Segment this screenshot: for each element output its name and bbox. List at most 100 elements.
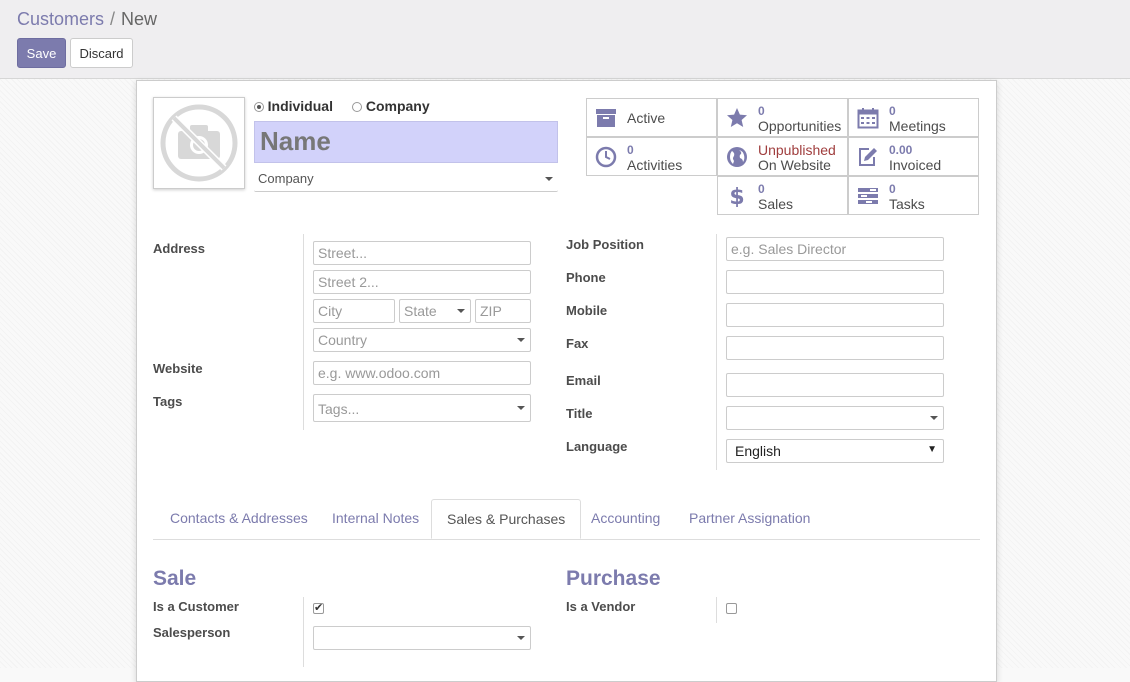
job-position-input[interactable]: e.g. Sales Director [726, 237, 944, 261]
chevron-down-icon [457, 309, 465, 313]
chevron-down-icon [517, 636, 525, 640]
individual-radio-label[interactable]: Individual [268, 98, 333, 114]
meetings-button[interactable]: 0 Meetings [848, 98, 979, 137]
opportunities-count: 0 [758, 104, 765, 118]
website-label: On Website [758, 157, 831, 173]
title-select[interactable] [726, 406, 944, 430]
caret-down-icon: ▼ [927, 444, 937, 455]
globe-icon [727, 147, 747, 167]
is-customer-label: Is a Customer [153, 599, 239, 614]
activities-count: 0 [627, 143, 634, 157]
tab-internal-notes[interactable]: Internal Notes [317, 499, 434, 538]
tasks-icon [858, 188, 878, 204]
invoiced-label: Invoiced [889, 157, 942, 173]
city-input[interactable]: City [313, 299, 395, 323]
chevron-down-icon [517, 406, 525, 410]
save-button[interactable]: Save [17, 38, 66, 68]
company-select[interactable]: Company [254, 168, 558, 192]
left-group-divider [303, 234, 304, 430]
edit-icon [859, 148, 877, 166]
breadcrumb-current: New [121, 9, 158, 29]
salesperson-label: Salesperson [153, 625, 231, 640]
right-group-divider [716, 234, 717, 470]
country-placeholder: Country [318, 332, 368, 348]
mobile-label: Mobile [566, 303, 608, 318]
chevron-down-icon [545, 177, 553, 181]
sale-heading: Sale [153, 567, 197, 590]
breadcrumb-separator: / [110, 9, 116, 29]
breadcrumb: Customers / New [17, 9, 157, 30]
tab-accounting[interactable]: Accounting [576, 499, 675, 538]
dollar-icon: $ [729, 185, 744, 207]
zip-input[interactable]: ZIP [475, 299, 531, 323]
title-label: Title [566, 406, 593, 421]
company-radio-label[interactable]: Company [366, 98, 430, 114]
company-radio[interactable] [352, 102, 363, 112]
sales-button[interactable]: $ 0 Sales [717, 176, 848, 215]
discard-button[interactable]: Discard [70, 38, 133, 68]
archive-icon [596, 109, 616, 127]
invoiced-amount: 0.00 [889, 143, 913, 157]
fax-label: Fax [566, 336, 589, 351]
tasks-count: 0 [889, 182, 896, 196]
svg-text:$: $ [729, 185, 744, 207]
sales-label: Sales [758, 196, 794, 212]
email-input[interactable] [726, 373, 944, 397]
is-customer-checkbox[interactable] [313, 601, 324, 614]
tab-contacts-addresses[interactable]: Contacts & Addresses [155, 499, 323, 538]
purchase-group-divider [716, 597, 717, 623]
chevron-down-icon [517, 338, 525, 342]
star-icon [727, 108, 747, 127]
breadcrumb-customers-link[interactable]: Customers [17, 9, 104, 29]
tasks-button[interactable]: 0 Tasks [848, 176, 979, 215]
state-placeholder: State [404, 303, 437, 319]
mobile-input[interactable] [726, 303, 944, 327]
job-position-label: Job Position [566, 237, 644, 252]
fax-input[interactable] [726, 336, 944, 360]
chevron-down-icon [930, 416, 938, 420]
name-input[interactable]: Name [254, 121, 558, 163]
language-label: Language [566, 439, 628, 454]
clock-icon [595, 146, 617, 168]
tasks-label: Tasks [889, 196, 925, 212]
form-sheet: Individual Company Name Company Active 0… [136, 80, 997, 682]
opportunities-label: Opportunities [758, 118, 842, 134]
address-label: Address [153, 241, 206, 256]
language-value: English [735, 443, 781, 459]
company-placeholder: Company [258, 171, 314, 186]
phone-label: Phone [566, 270, 606, 285]
sales-count: 0 [758, 182, 765, 196]
active-label: Active [627, 110, 666, 126]
is-vendor-checkbox[interactable] [726, 603, 737, 614]
activities-label: Activities [627, 157, 683, 173]
language-select[interactable]: English ▼ [726, 439, 944, 463]
individual-radio[interactable] [254, 102, 264, 112]
salesperson-select[interactable] [313, 626, 531, 650]
tags-placeholder: Tags... [318, 401, 360, 417]
website-input[interactable]: e.g. www.odoo.com [313, 361, 531, 385]
is-vendor-label: Is a Vendor [566, 599, 636, 614]
sale-group-divider [303, 597, 304, 667]
purchase-heading: Purchase [566, 567, 661, 590]
partner-type-radio-group: Individual Company [254, 98, 430, 114]
tab-partner-assignation[interactable]: Partner Assignation [674, 499, 825, 538]
website-label: Website [153, 361, 203, 376]
invoiced-button[interactable]: 0.00 Invoiced [848, 137, 979, 176]
country-select[interactable]: Country [313, 328, 531, 352]
state-select[interactable]: State [399, 299, 471, 323]
street2-input[interactable]: Street 2... [313, 270, 531, 294]
activities-button[interactable]: 0 Activities [586, 137, 717, 176]
meetings-label: Meetings [889, 118, 946, 134]
website-publish-button[interactable]: Unpublished On Website [717, 137, 848, 176]
meetings-count: 0 [889, 104, 896, 118]
active-toggle-button[interactable]: Active [586, 98, 717, 137]
tags-label: Tags [153, 394, 183, 409]
street-input[interactable]: Street... [313, 241, 531, 265]
tab-sales-purchases[interactable]: Sales & Purchases [431, 499, 582, 539]
avatar-image-field[interactable] [153, 97, 245, 189]
tags-select[interactable]: Tags... [313, 394, 531, 422]
calendar-icon [857, 108, 879, 129]
control-panel: Customers / New Save Discard [0, 0, 1130, 79]
opportunities-button[interactable]: 0 Opportunities [717, 98, 848, 137]
phone-input[interactable] [726, 270, 944, 294]
